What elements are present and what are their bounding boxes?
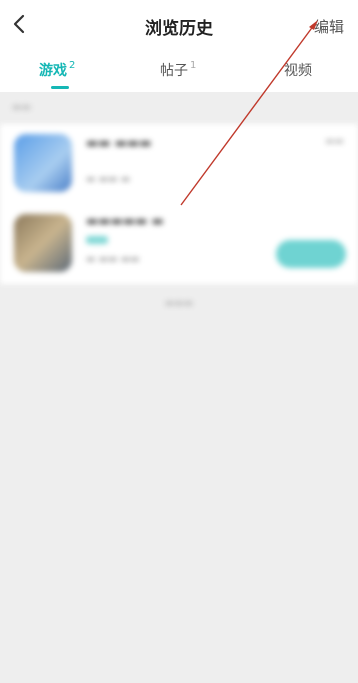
list-end-note-blurred: ▬▬▬ xyxy=(164,298,194,309)
game-name-blurred: ▬▬▬▬▬ ▬ xyxy=(86,214,164,229)
tab-videos[interactable]: 视频 xyxy=(284,60,312,80)
game-icon-blurred xyxy=(14,134,72,192)
list-item[interactable]: ▬▬ ▬▬▬ ▬ ▬▬ ▬ ▬▬ xyxy=(0,124,358,204)
list-item[interactable]: ▬▬▬▬▬ ▬ ▬ ▬▬ ▬▬ xyxy=(0,204,358,284)
date-heading-blurred: ▬▬ xyxy=(12,102,31,113)
tab-games[interactable]: 游戏 2 xyxy=(39,60,75,80)
open-game-button-blurred[interactable] xyxy=(276,240,346,268)
tab-posts-label: 帖子 xyxy=(160,63,188,79)
tab-bar: 游戏 2 帖子 1 视频 xyxy=(0,48,358,92)
game-meta-blurred: ▬ ▬▬ ▬ xyxy=(86,174,131,185)
tab-games-label: 游戏 xyxy=(39,63,67,79)
item-extra-blurred: ▬▬ xyxy=(325,136,344,147)
edit-button[interactable]: 编辑 xyxy=(314,16,344,37)
app-header: 浏览历史 编辑 xyxy=(0,0,358,48)
tab-posts-count: 1 xyxy=(190,60,197,71)
game-tag-blurred xyxy=(86,236,108,244)
history-list: ▬▬ ▬▬ ▬▬▬ ▬ ▬▬ ▬ ▬▬ ▬▬▬▬▬ ▬ ▬ ▬▬ ▬▬ ▬▬▬ xyxy=(0,92,358,309)
page-title: 浏览历史 xyxy=(145,19,213,39)
game-meta-blurred: ▬ ▬▬ ▬▬ xyxy=(86,254,140,265)
tab-games-count: 2 xyxy=(69,60,76,71)
game-icon-blurred xyxy=(14,214,72,272)
game-name-blurred: ▬▬ ▬▬▬ xyxy=(86,136,152,151)
active-tab-indicator xyxy=(51,86,69,89)
tab-videos-label: 视频 xyxy=(284,63,312,79)
tab-posts[interactable]: 帖子 1 xyxy=(160,60,196,80)
